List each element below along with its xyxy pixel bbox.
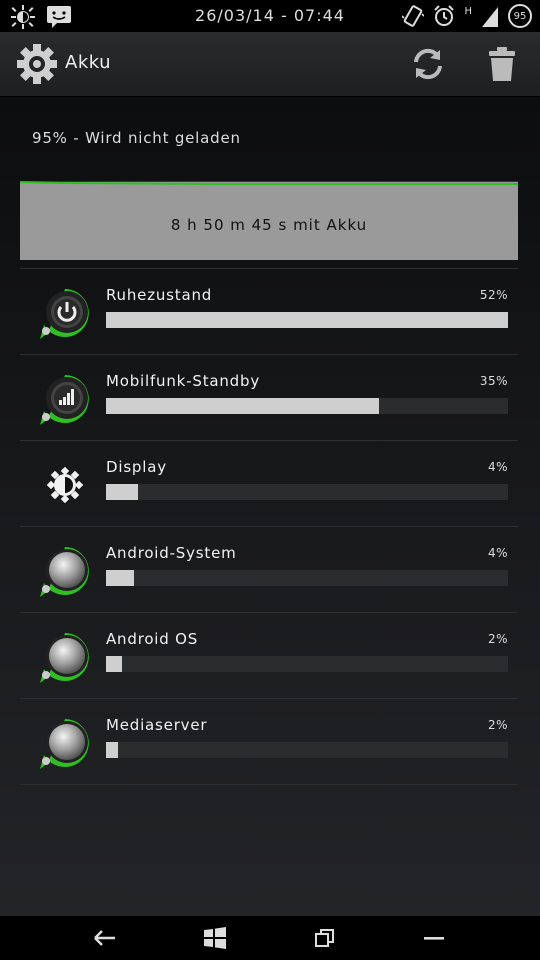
usage-bar-fill [106, 656, 123, 672]
usage-row-display[interactable]: Display 4% [20, 440, 518, 526]
refresh-icon[interactable] [410, 46, 446, 82]
usage-bar-fill [106, 484, 139, 500]
status-bar: 26/03/14 - 07:44 H 95 [0, 0, 540, 32]
battery-usage-panel: 95% - Wird nicht geladen 8 h 50 m 45 s m… [0, 97, 540, 916]
vibrate-icon [402, 5, 425, 27]
usage-percent: 4% [487, 546, 508, 560]
navigation-bar [0, 916, 540, 960]
battery-status-text: 95% - Wird nicht geladen [32, 129, 241, 147]
usage-bar-track [106, 742, 508, 758]
windows-start-icon[interactable] [203, 926, 227, 950]
usage-name: Display [106, 458, 167, 476]
signal-icon [40, 375, 89, 425]
usage-bar-fill [106, 312, 508, 328]
battery-time-label: 8 h 50 m 45 s mit Akku [170, 216, 368, 234]
usage-bar-fill [106, 742, 119, 758]
usage-bar-track [106, 484, 508, 500]
menu-dash-icon[interactable] [422, 926, 446, 950]
usage-row-mediaserver[interactable]: Mediaserver 2% [20, 698, 518, 785]
android-system-icon [40, 547, 89, 597]
usage-bar-track [106, 570, 508, 586]
android-os-icon [40, 633, 89, 683]
network-type-label: H [464, 6, 472, 17]
alarm-icon [434, 5, 455, 26]
usage-percent: 2% [487, 718, 508, 732]
usage-percent: 2% [487, 632, 508, 646]
usage-list: Ruhezustand 52% Mobilfunk-Standby 35% Di… [20, 268, 518, 785]
usage-percent: 52% [479, 288, 508, 302]
power-icon [40, 289, 89, 339]
usage-bar-track [106, 312, 508, 328]
battery-level-badge: 95 [508, 4, 532, 28]
action-bar: Akku [0, 32, 540, 97]
back-arrow-icon[interactable] [93, 926, 117, 950]
usage-row-mobilfunk-standby[interactable]: Mobilfunk-Standby 35% [20, 354, 518, 440]
settings-gear-icon[interactable] [16, 43, 58, 85]
battery-level-text: 95 [513, 10, 527, 22]
delete-trash-icon[interactable] [486, 46, 518, 82]
battery-level-line [20, 181, 518, 185]
signal-strength-icon [482, 7, 498, 27]
usage-percent: 35% [479, 374, 508, 388]
usage-row-android-system[interactable]: Android-System 4% [20, 526, 518, 612]
usage-row-android-os[interactable]: Android OS 2% [20, 612, 518, 698]
page-title: Akku [65, 52, 112, 73]
mediaserver-icon [40, 719, 89, 769]
usage-name: Mediaserver [106, 716, 208, 734]
usage-bar-fill [106, 398, 380, 414]
usage-name: Android-System [106, 544, 237, 562]
brightness-icon [46, 466, 84, 504]
battery-history-graph[interactable]: 8 h 50 m 45 s mit Akku [20, 181, 518, 260]
usage-name: Android OS [106, 630, 199, 648]
usage-bar-track [106, 656, 508, 672]
usage-name: Ruhezustand [106, 286, 213, 304]
usage-bar-track [106, 398, 508, 414]
usage-name: Mobilfunk-Standby [106, 372, 260, 390]
usage-row-ruhezustand[interactable]: Ruhezustand 52% [20, 268, 518, 354]
usage-percent: 4% [487, 460, 508, 474]
usage-bar-fill [106, 570, 135, 586]
recent-apps-icon[interactable] [313, 926, 337, 950]
